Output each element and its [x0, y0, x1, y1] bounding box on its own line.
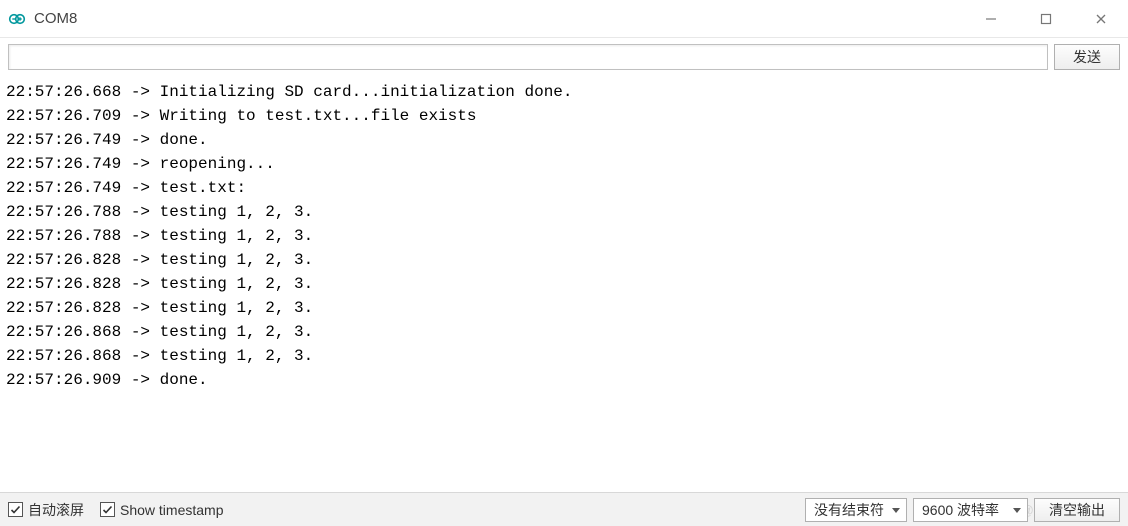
autoscroll-label: 自动滚屏: [28, 500, 84, 520]
line-ending-dropdown[interactable]: 没有结束符: [805, 498, 907, 522]
send-input[interactable]: [8, 44, 1048, 70]
maximize-button[interactable]: [1018, 0, 1073, 37]
checkbox-icon: [100, 502, 115, 517]
send-row: 发送: [0, 38, 1128, 76]
title-bar: COM8: [0, 0, 1128, 38]
line-ending-value: 没有结束符: [814, 500, 884, 520]
minimize-button[interactable]: [963, 0, 1018, 37]
show-timestamp-checkbox[interactable]: Show timestamp: [100, 502, 223, 518]
baud-rate-value: 9600 波特率: [922, 500, 999, 520]
baud-rate-dropdown[interactable]: 9600 波特率: [913, 498, 1028, 522]
serial-output[interactable]: 22:57:26.668 -> Initializing SD card...i…: [0, 76, 1128, 492]
bottom-bar: CSDN @Rndzi输出g 自动滚屏 Show timestamp 没有结束符…: [0, 492, 1128, 526]
window-title: COM8: [34, 10, 963, 27]
autoscroll-checkbox[interactable]: 自动滚屏: [8, 500, 84, 520]
clear-output-button[interactable]: 清空输出: [1034, 498, 1120, 522]
close-button[interactable]: [1073, 0, 1128, 37]
show-timestamp-label: Show timestamp: [120, 502, 223, 518]
checkbox-icon: [8, 502, 23, 517]
window-controls: [963, 0, 1128, 37]
arduino-icon: [8, 10, 26, 28]
send-button[interactable]: 发送: [1054, 44, 1120, 70]
